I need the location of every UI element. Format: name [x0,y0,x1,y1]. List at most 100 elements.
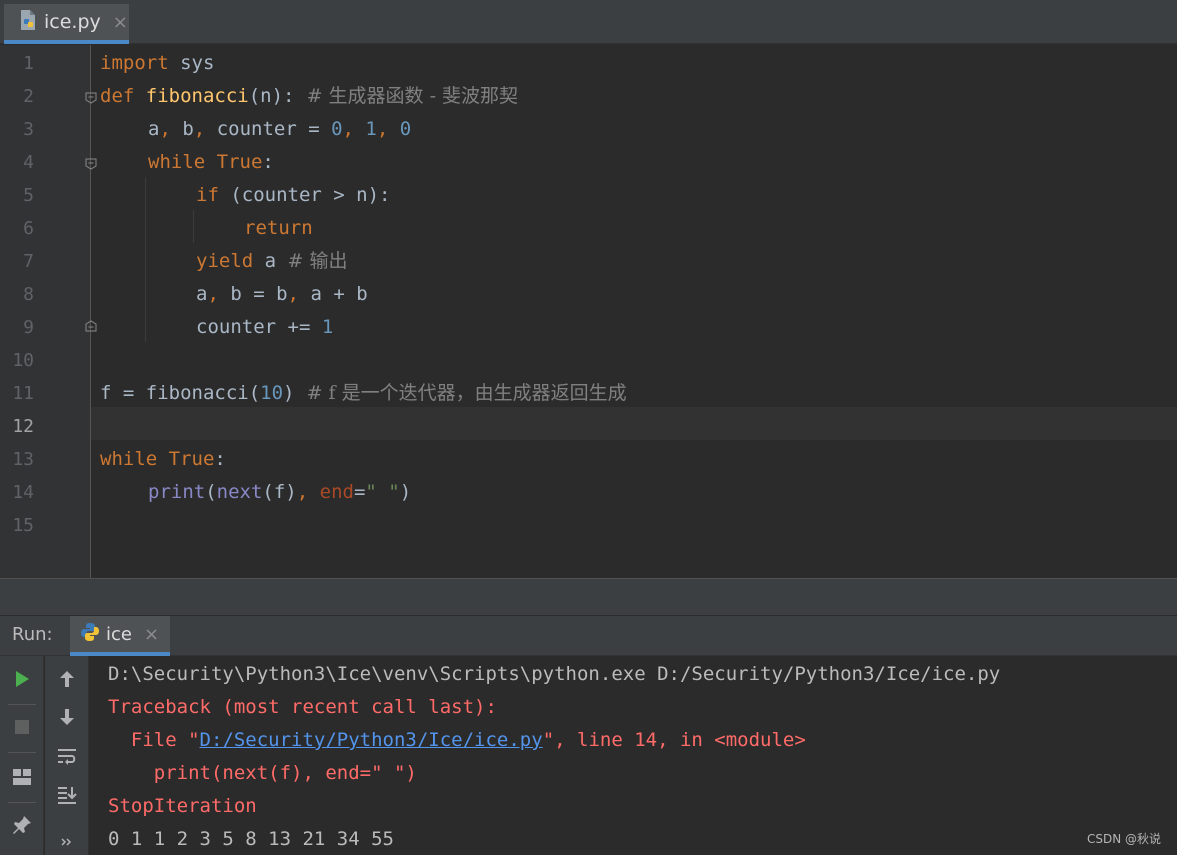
fold-open-icon[interactable] [85,158,97,170]
code-text: (n): [248,85,295,107]
code-text: a [253,250,288,272]
number: 0 [399,118,412,140]
code-line-9[interactable]: counter += 1 [196,311,333,344]
panel-splitter[interactable] [0,578,1177,616]
code-editor[interactable]: 1 2 3 4 5 6 7 8 9 10 11 12 13 14 15 impo… [0,45,1177,578]
code-text: ) [283,382,295,404]
comment: # f 是一个迭代器，由生成器返回生成 [294,382,627,404]
code-text: counter += [196,316,322,338]
line-number: 10 [12,350,34,371]
play-icon [16,671,29,687]
line-number: 8 [23,284,34,305]
run-toolbar-primary [0,656,44,855]
scroll-end-icon [58,787,77,804]
code-text: (f) [262,481,297,503]
code-line-4[interactable]: while True: [148,146,274,179]
close-tab-icon[interactable]: × [113,12,128,33]
watermark: CSDN @秋说 [1086,832,1161,846]
line-number: 5 [23,185,34,206]
code-text: b = b [230,283,288,305]
number: 0 [331,118,343,140]
editor-tab-ice-py[interactable]: ice.py × [4,4,129,44]
run-console[interactable]: D:\Security\Python3\Ice\venv\Scripts\pyt… [90,656,1177,855]
traceback-suffix: ", line 14, in <module> [542,729,806,751]
run-panel-header: Run: ice × [0,616,1177,656]
pin-tab-button[interactable] [7,810,37,840]
fold-open-icon[interactable] [85,92,97,104]
code-line-11[interactable]: f = fibonacci(10) # f 是一个迭代器，由生成器返回生成 [100,377,627,410]
line-number: 2 [23,86,34,107]
traceback-prefix: File " [108,729,200,751]
toolbar-divider [8,704,36,705]
run-tab-ice[interactable]: ice × [70,616,170,656]
line-number: 6 [23,218,34,239]
code-line-3[interactable]: a, b, counter = 0, 1, 0 [148,113,411,146]
python-file-icon [18,9,38,35]
soft-wrap-button[interactable] [52,742,82,772]
scroll-to-end-button[interactable] [52,780,82,810]
console-command-line: D:\Security\Python3\Ice\venv\Scripts\pyt… [108,663,1001,685]
line-number: 9 [23,317,34,338]
code-line-14[interactable]: print(next(f), end=" ") [148,476,411,509]
line-number: 7 [23,251,34,272]
keyword: import [100,52,169,74]
keyword-argument: end [319,481,354,503]
keyword: True [168,448,215,470]
code-line-7[interactable]: yield a # 输出 [196,245,348,278]
run-tab-label: ice [106,623,132,645]
function-name: fibonacci [145,85,249,107]
code-line-13[interactable]: while True: [100,443,226,476]
keyword: return [244,217,313,239]
code-text: a + b [310,283,368,305]
pin-icon [13,816,31,834]
up-stack-button[interactable] [52,664,82,694]
fold-close-icon[interactable] [85,320,97,332]
punctuation: , [193,118,217,140]
line-number: 13 [12,449,34,470]
line-number: 11 [12,383,34,404]
line-number-gutter: 1 2 3 4 5 6 7 8 9 10 11 12 13 14 15 [0,45,90,578]
stop-button[interactable] [7,712,37,742]
code-text: : [214,448,226,470]
console-traceback-file: File "D:/Security/Python3/Ice/ice.py", l… [108,724,806,757]
stop-icon [15,720,29,734]
code-line-8[interactable]: a, b = b, a + b [196,278,368,311]
indent-guide [145,177,146,342]
code-line-1[interactable]: import sys [100,47,214,80]
code-line-5[interactable]: if (counter > n): [196,179,390,212]
line-number: 1 [23,53,34,74]
code-line-6[interactable]: return [244,212,313,245]
layout-button[interactable] [7,762,37,792]
punctuation: , [296,481,320,503]
code-text: a [148,118,160,140]
arrow-down-icon [60,709,74,725]
code-text: f = fibonacci( [100,382,261,404]
more-actions-button[interactable] [52,832,82,852]
keyword: while [148,151,206,173]
line-number: 4 [23,152,34,173]
punctuation: , [376,118,400,140]
console-error-type: StopIteration [108,795,257,817]
punctuation: , [342,118,366,140]
code-line-2[interactable]: def fibonacci(n): # 生成器函数 - 斐波那契 [100,80,518,113]
keyword: yield [196,250,254,272]
run-label: Run: [12,624,53,645]
editor-tab-bar: ice.py × [0,0,1177,44]
builtin: print [148,481,206,503]
keyword: if [196,184,219,206]
keyword: while [100,448,158,470]
down-stack-button[interactable] [52,702,82,732]
rerun-button[interactable] [7,664,37,694]
code-text: ( [205,481,217,503]
layout-icon [13,769,31,785]
punctuation: , [159,118,183,140]
line-number-current: 12 [12,416,34,437]
gutter-divider [90,45,91,578]
code-text: a [196,283,208,305]
builtin: next [216,481,263,503]
code-text: (counter > n): [218,184,391,206]
traceback-file-link[interactable]: D:/Security/Python3/Ice/ice.py [200,729,543,751]
number: 10 [260,382,284,404]
close-run-tab-icon[interactable]: × [144,624,159,645]
line-number: 14 [12,482,34,503]
